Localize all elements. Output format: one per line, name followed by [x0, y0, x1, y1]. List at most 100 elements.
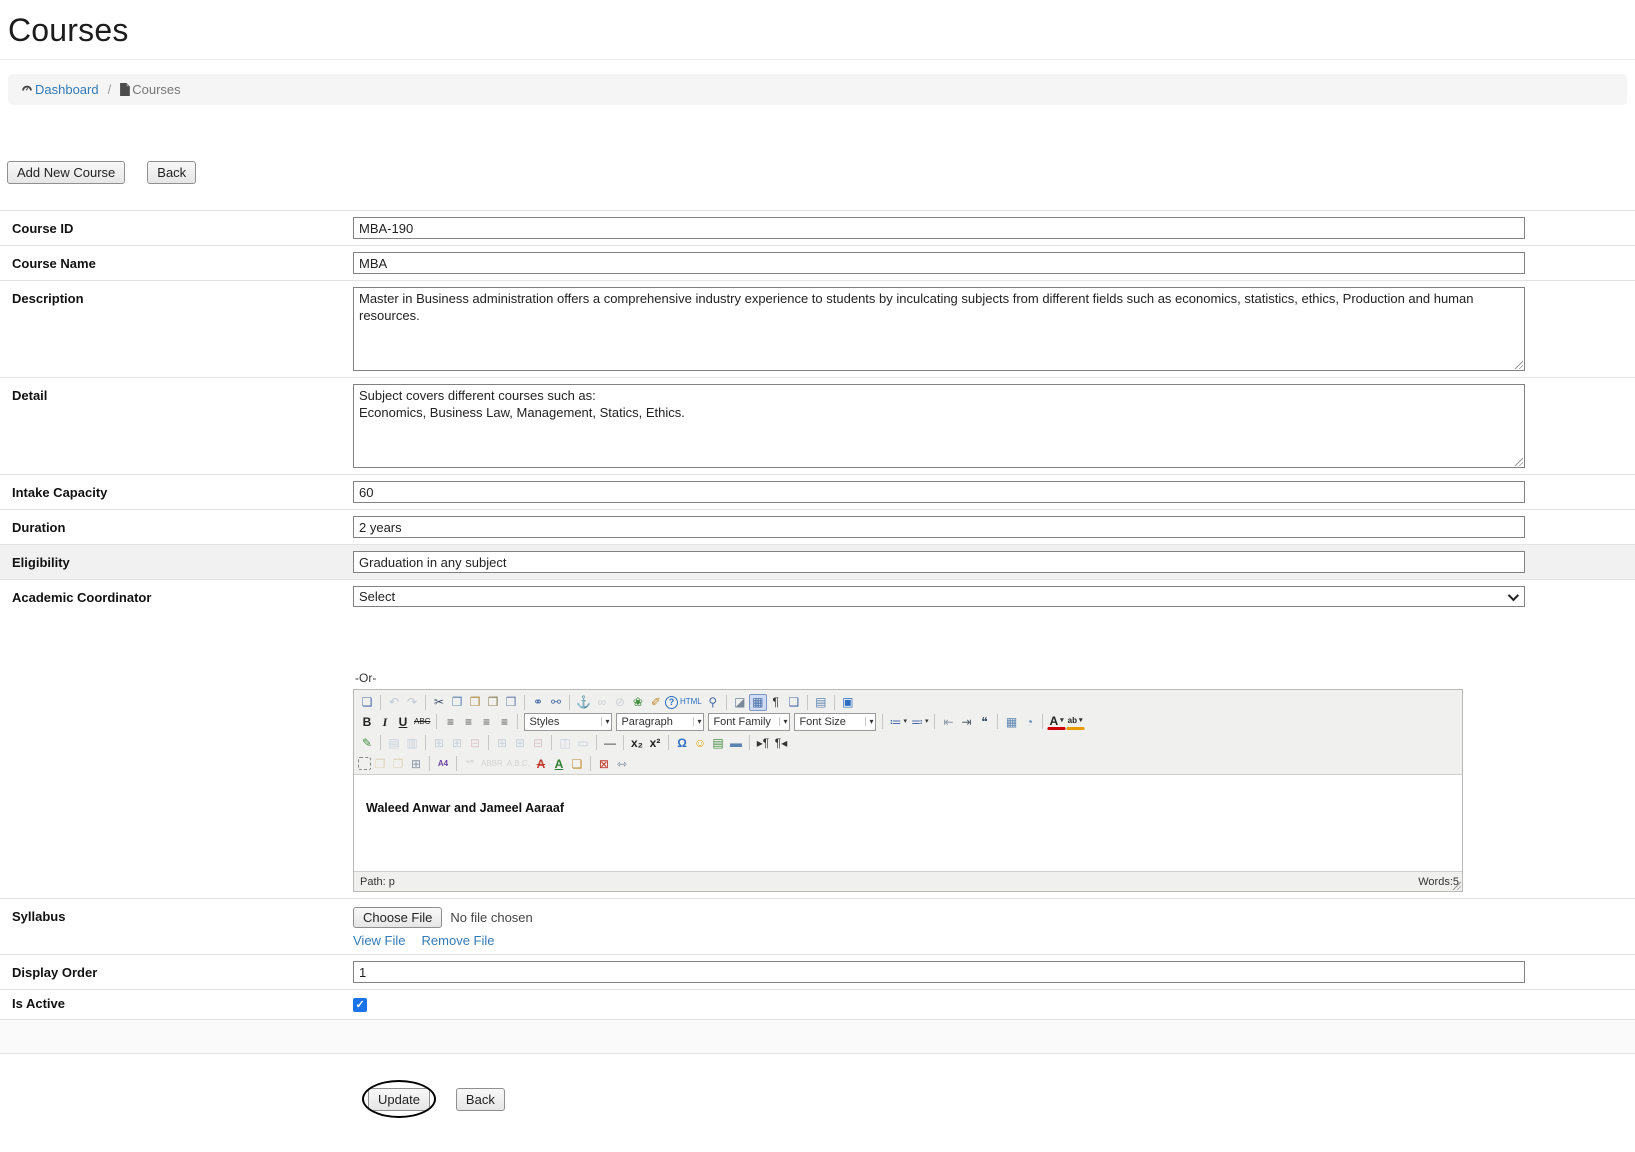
paste-icon[interactable]: ❒ — [466, 694, 484, 711]
underline-icon[interactable]: U — [394, 713, 412, 730]
html-source-icon[interactable]: HTML — [678, 694, 704, 711]
split-cells-icon[interactable]: ◫ — [556, 734, 574, 751]
choose-file-button[interactable]: Choose File — [353, 907, 442, 928]
align-right-icon[interactable]: ≡ — [477, 713, 495, 730]
eligibility-input[interactable] — [353, 551, 1525, 573]
view-file-link[interactable]: View File — [353, 933, 406, 948]
academic-coordinator-select[interactable]: Select — [353, 586, 1525, 607]
course-name-input[interactable] — [353, 252, 1525, 274]
link-icon[interactable]: ∞ — [593, 694, 611, 711]
horizontal-rule-icon[interactable]: — — [601, 734, 619, 751]
insert-col-after-icon[interactable]: ⊞ — [511, 734, 529, 751]
style-props-icon[interactable]: A4 — [434, 755, 452, 772]
font-family-dropdown[interactable]: Font Family▾ — [708, 713, 790, 731]
undo-icon[interactable]: ↶ — [385, 694, 403, 711]
insert-time-icon[interactable]: ◔ — [1020, 713, 1038, 730]
outdent-icon[interactable]: ⇤ — [939, 713, 957, 730]
paragraph-dropdown[interactable]: Paragraph▾ — [616, 713, 704, 731]
align-center-icon[interactable]: ≡ — [459, 713, 477, 730]
merge-cells-icon[interactable]: ▭ — [574, 734, 592, 751]
table-edit-icon[interactable]: ✎ — [358, 734, 376, 751]
toolbar-separator — [834, 695, 835, 710]
cut-icon[interactable]: ✂ — [430, 694, 448, 711]
copy-icon[interactable]: ❐ — [448, 694, 466, 711]
advanced-hr-icon[interactable]: ▬ — [727, 734, 745, 751]
remove-format-icon[interactable]: ◪ — [731, 694, 749, 711]
insert-row-before-icon[interactable]: ⊞ — [430, 734, 448, 751]
delete-row-icon[interactable]: ⊟ — [466, 734, 484, 751]
zoom-icon[interactable]: ⚲ — [704, 694, 722, 711]
new-document-icon[interactable]: ❏ — [358, 694, 376, 711]
anchor-icon[interactable]: ⚓ — [574, 694, 593, 711]
nonbreaking-space-icon[interactable]: ⇿ — [613, 755, 631, 772]
back-button-top[interactable]: Back — [147, 161, 196, 184]
bullet-list-icon[interactable]: ≔▾ — [887, 713, 909, 730]
insert-date-icon[interactable]: ▦ — [1002, 713, 1020, 730]
breadcrumb-dashboard-link[interactable]: Dashboard — [20, 82, 99, 97]
find-replace-icon[interactable]: ⚯ — [547, 694, 565, 711]
intake-capacity-input[interactable] — [353, 481, 1525, 503]
unlink-icon[interactable]: ⊘ — [611, 694, 629, 711]
toolbar-separator — [590, 756, 591, 771]
subscript-icon[interactable]: x₂ — [628, 734, 646, 751]
display-order-input[interactable] — [353, 961, 1525, 983]
insert-row-after-icon[interactable]: ⊞ — [448, 734, 466, 751]
acronym-icon[interactable]: A.B.C. — [505, 755, 532, 772]
numbered-list-icon[interactable]: ≕▾ — [909, 713, 931, 730]
table-row-props-icon[interactable]: ▤ — [385, 734, 403, 751]
superscript-icon[interactable]: x² — [646, 734, 664, 751]
italic-icon[interactable]: I — [376, 713, 394, 730]
styles-dropdown[interactable]: Styles▾ — [524, 713, 612, 731]
find-icon[interactable]: ⚭ — [529, 694, 547, 711]
description-textarea[interactable]: Master in Business administration offers… — [353, 287, 1525, 371]
strikethrough-icon[interactable]: ABC — [412, 713, 432, 730]
add-new-course-button[interactable]: Add New Course — [7, 161, 125, 184]
cleanup-icon[interactable]: ✐ — [647, 694, 665, 711]
duration-label: Duration — [0, 516, 353, 538]
course-id-input[interactable] — [353, 217, 1525, 239]
media-icon[interactable]: ▤ — [709, 734, 727, 751]
deletion-icon[interactable]: A — [532, 755, 550, 772]
page-break-icon[interactable]: ⊠ — [595, 755, 613, 772]
font-size-dropdown[interactable]: Font Size▾ — [794, 713, 876, 731]
fullscreen-icon[interactable]: ▣ — [839, 694, 857, 711]
show-blocks-icon[interactable]: ¶ — [767, 694, 785, 711]
visual-aid-icon[interactable]: ▫ — [358, 757, 371, 770]
insert-layer-icon[interactable]: ⊞ — [407, 755, 425, 772]
paste-as-text-icon[interactable]: ❒ — [484, 694, 502, 711]
abbr-icon[interactable]: ❐ — [389, 755, 407, 772]
bold-icon[interactable]: B — [358, 713, 376, 730]
rtl-icon[interactable]: ¶◂ — [772, 734, 790, 751]
cite-icon[interactable]: ❐ — [371, 755, 389, 772]
table-icon[interactable]: ▦ — [749, 694, 767, 711]
update-button[interactable]: Update — [368, 1088, 430, 1111]
paste-from-word-icon[interactable]: ❒ — [502, 694, 520, 711]
abbr-text-icon[interactable]: ABBR — [479, 755, 505, 772]
preview-icon[interactable]: ❏ — [785, 694, 803, 711]
text-color-icon[interactable]: A▾ — [1047, 713, 1065, 730]
indent-icon[interactable]: ⇥ — [957, 713, 975, 730]
align-left-icon[interactable]: ≡ — [441, 713, 459, 730]
insert-col-before-icon[interactable]: ⊞ — [493, 734, 511, 751]
image-icon[interactable]: ❀ — [629, 694, 647, 711]
editor-content-area[interactable]: Waleed Anwar and Jameel Aaraaf — [354, 774, 1462, 872]
ltr-icon[interactable]: ▸¶ — [754, 734, 772, 751]
is-active-checkbox[interactable] — [353, 998, 367, 1012]
detail-textarea[interactable]: Subject covers different courses such as… — [353, 384, 1525, 468]
print-icon[interactable]: ▤ — [812, 694, 830, 711]
remove-file-link[interactable]: Remove File — [422, 933, 495, 948]
table-cell-props-icon[interactable]: ▥ — [403, 734, 421, 751]
blockquote-icon[interactable]: ❝ — [975, 713, 993, 730]
delete-col-icon[interactable]: ⊟ — [529, 734, 547, 751]
back-button-bottom[interactable]: Back — [456, 1088, 505, 1111]
emoticon-icon[interactable]: ☺ — [691, 734, 709, 751]
help-icon[interactable]: ? — [665, 696, 678, 709]
duration-input[interactable] — [353, 516, 1525, 538]
highlight-color-icon[interactable]: ab▾ — [1066, 713, 1085, 730]
quotes-icon[interactable]: ❝❞ — [461, 755, 479, 772]
redo-icon[interactable]: ↷ — [403, 694, 421, 711]
special-char-icon[interactable]: Ω — [673, 734, 691, 751]
insertion-icon[interactable]: A — [550, 755, 568, 772]
align-justify-icon[interactable]: ≡ — [495, 713, 513, 730]
attributes-icon[interactable]: ❏ — [568, 755, 586, 772]
